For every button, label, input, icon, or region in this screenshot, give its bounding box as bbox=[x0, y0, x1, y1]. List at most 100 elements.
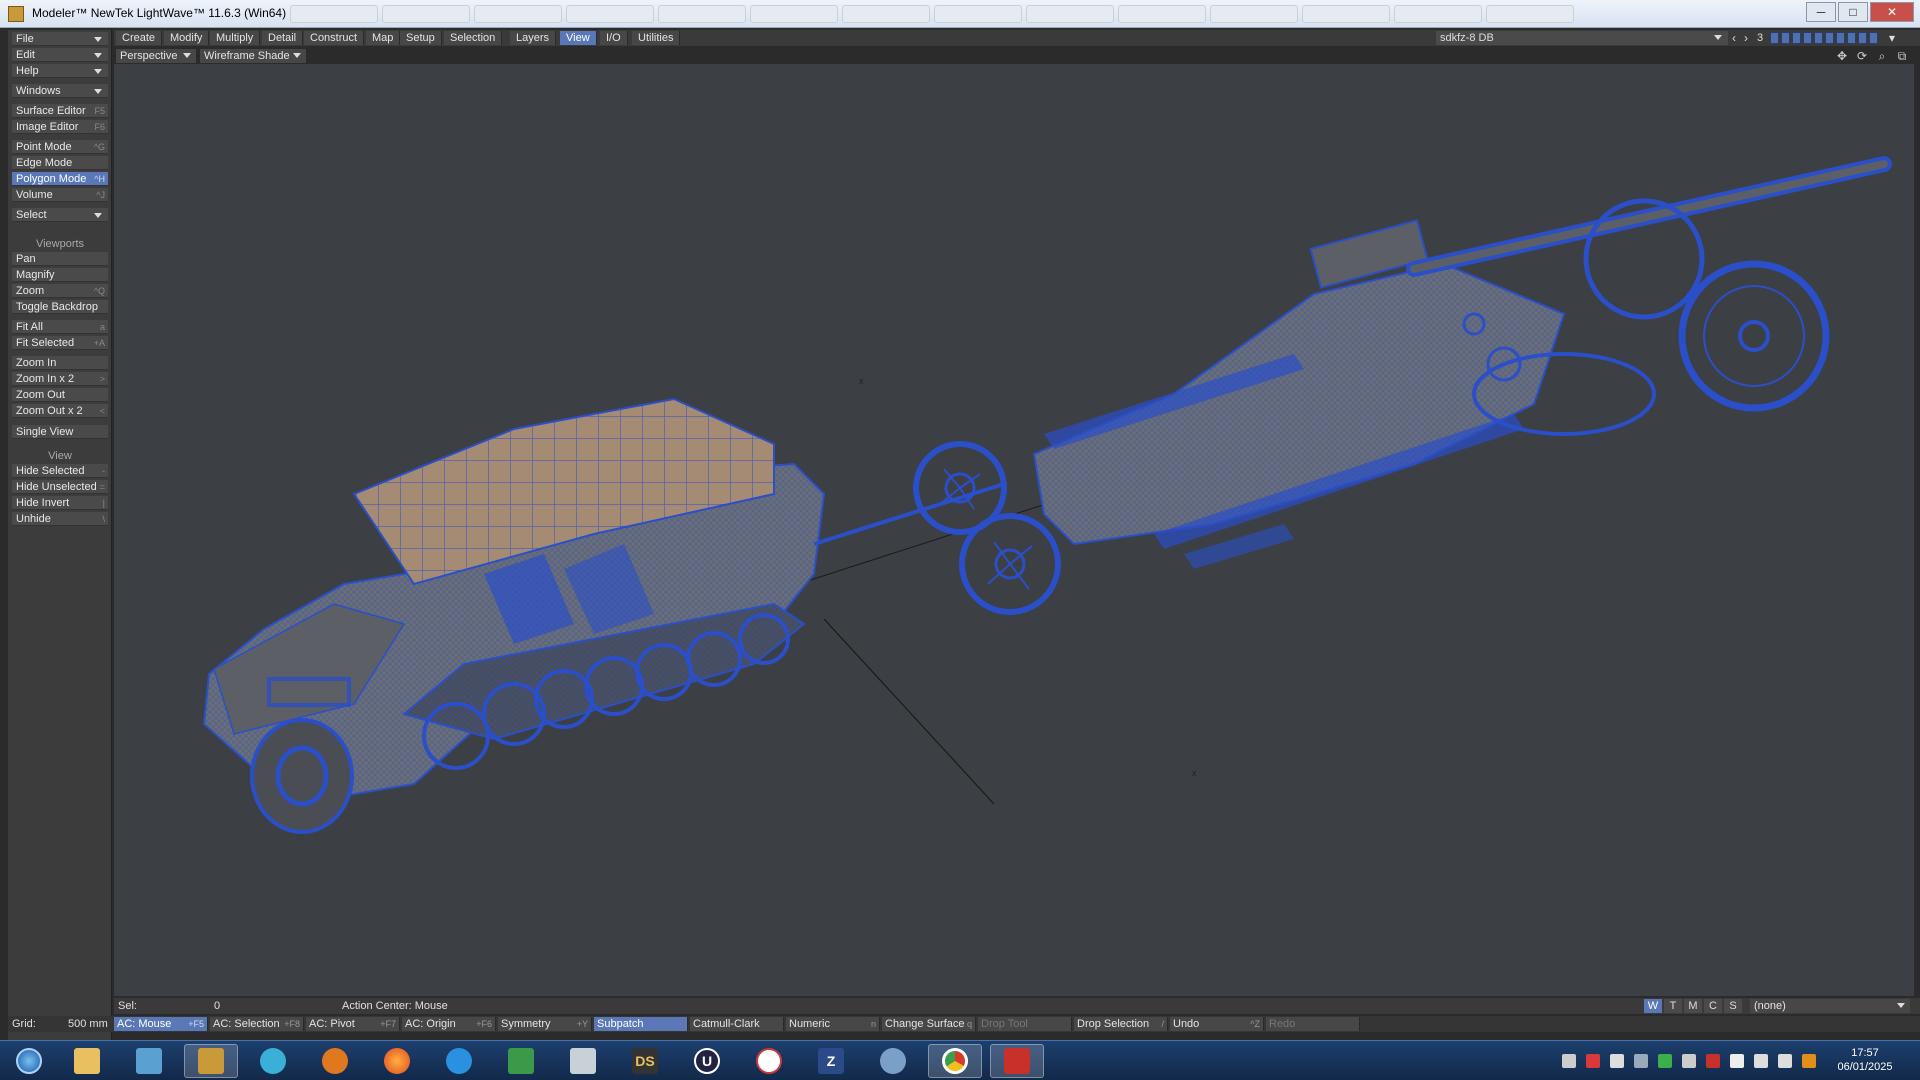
move-view-icon[interactable]: ✥ bbox=[1834, 49, 1850, 63]
windows-menu[interactable]: Windows bbox=[12, 84, 108, 98]
taskbar-item[interactable] bbox=[246, 1044, 300, 1078]
start-button[interactable] bbox=[2, 1044, 56, 1078]
taskbar-item[interactable] bbox=[308, 1044, 362, 1078]
layer-slot[interactable] bbox=[1814, 32, 1823, 44]
tab-layers[interactable]: Layers bbox=[510, 31, 557, 45]
tab-view[interactable]: View bbox=[560, 31, 597, 45]
tray-icon[interactable] bbox=[1634, 1054, 1648, 1068]
background-tab[interactable] bbox=[474, 5, 562, 23]
taskbar-item[interactable] bbox=[122, 1044, 176, 1078]
background-tab[interactable] bbox=[1302, 5, 1390, 23]
close-button[interactable]: ✕ bbox=[1870, 2, 1914, 22]
tab-utilities[interactable]: Utilities bbox=[632, 31, 681, 45]
chevron-right-icon[interactable]: › bbox=[1740, 31, 1752, 45]
tray-icon[interactable] bbox=[1706, 1054, 1720, 1068]
background-tab[interactable] bbox=[1394, 5, 1482, 23]
tray-icon[interactable] bbox=[1586, 1054, 1600, 1068]
point-mode-button[interactable]: Point Mode ^G bbox=[12, 140, 108, 154]
layer-slot[interactable] bbox=[1825, 32, 1834, 44]
object-selector[interactable]: sdkfz-8 DB bbox=[1436, 31, 1728, 45]
minimize-button[interactable]: ─ bbox=[1806, 2, 1836, 22]
symmetry-button[interactable]: Symmetry +Y bbox=[498, 1017, 592, 1031]
tab-map[interactable]: Map bbox=[366, 31, 401, 45]
volume-button[interactable]: Volume ^J bbox=[12, 188, 108, 202]
taskbar-item[interactable] bbox=[60, 1044, 114, 1078]
taskbar-item[interactable] bbox=[184, 1044, 238, 1078]
background-tab[interactable] bbox=[566, 5, 654, 23]
chevron-down-icon[interactable]: ▾ bbox=[1886, 31, 1898, 45]
undo-button[interactable]: Undo ^Z bbox=[1170, 1017, 1264, 1031]
layer-slot[interactable] bbox=[1858, 32, 1867, 44]
network-icon[interactable] bbox=[1754, 1054, 1768, 1068]
edge-mode-button[interactable]: Edge Mode bbox=[12, 156, 108, 170]
tab-modify[interactable]: Modify bbox=[164, 31, 210, 45]
background-tab[interactable] bbox=[290, 5, 378, 23]
background-tab[interactable] bbox=[1026, 5, 1114, 23]
view-button-t[interactable]: T bbox=[1664, 999, 1682, 1013]
unhide-button[interactable]: Unhide \ bbox=[12, 512, 108, 526]
tray-icon[interactable] bbox=[1658, 1054, 1672, 1068]
flag-icon[interactable] bbox=[1730, 1054, 1744, 1068]
zoom-out-x2-button[interactable]: Zoom Out x 2 < bbox=[12, 404, 108, 418]
tab-setup[interactable]: Setup bbox=[400, 31, 442, 45]
background-tab[interactable] bbox=[750, 5, 838, 23]
view-button-c[interactable]: C bbox=[1704, 999, 1722, 1013]
toggle-backdrop-button[interactable]: Toggle Backdrop bbox=[12, 300, 108, 314]
taskbar-item[interactable]: Z bbox=[804, 1044, 858, 1078]
view-button-w[interactable]: W bbox=[1644, 999, 1662, 1013]
subpatch-type-dropdown[interactable]: Catmull-Clark bbox=[690, 1017, 784, 1031]
tray-icon[interactable] bbox=[1610, 1054, 1624, 1068]
background-tab[interactable] bbox=[658, 5, 746, 23]
tray-icon[interactable] bbox=[1682, 1054, 1696, 1068]
layer-slot[interactable] bbox=[1847, 32, 1856, 44]
drop-selection-button[interactable]: Drop Selection / bbox=[1074, 1017, 1168, 1031]
help-menu[interactable]: Help bbox=[12, 64, 108, 78]
taskbar-item[interactable]: DS bbox=[618, 1044, 672, 1078]
taskbar-item[interactable] bbox=[742, 1044, 796, 1078]
ac-origin-button[interactable]: AC: Origin +F6 bbox=[402, 1017, 496, 1031]
maximize-button[interactable]: □ bbox=[1838, 2, 1868, 22]
subpatch-button[interactable]: Subpatch bbox=[594, 1017, 688, 1031]
shading-dropdown[interactable]: Wireframe Shade bbox=[200, 49, 306, 63]
surface-dropdown[interactable]: (none) bbox=[1750, 999, 1910, 1013]
taskbar-item[interactable]: U bbox=[680, 1044, 734, 1078]
tray-icon[interactable] bbox=[1562, 1054, 1576, 1068]
tab-io[interactable]: I/O bbox=[600, 31, 628, 45]
viewport-perspective[interactable]: x x bbox=[114, 64, 1914, 996]
magnify-button[interactable]: Magnify bbox=[12, 268, 108, 282]
redo-button[interactable]: Redo bbox=[1266, 1017, 1360, 1031]
zoom-in-x2-button[interactable]: Zoom In x 2 > bbox=[12, 372, 108, 386]
file-menu[interactable]: File bbox=[12, 32, 108, 46]
ac-pivot-button[interactable]: AC: Pivot +F7 bbox=[306, 1017, 400, 1031]
image-editor-button[interactable]: Image Editor F6 bbox=[12, 120, 108, 134]
edit-menu[interactable]: Edit bbox=[12, 48, 108, 62]
volume-icon[interactable] bbox=[1778, 1054, 1792, 1068]
surface-editor-button[interactable]: Surface Editor F5 bbox=[12, 104, 108, 118]
zoom-view-icon[interactable]: ⌕ bbox=[1874, 49, 1890, 63]
zoom-in-button[interactable]: Zoom In bbox=[12, 356, 108, 370]
view-button-s[interactable]: S bbox=[1724, 999, 1742, 1013]
layer-slot[interactable] bbox=[1770, 32, 1779, 44]
hide-invert-button[interactable]: Hide Invert | bbox=[12, 496, 108, 510]
tab-construct[interactable]: Construct bbox=[304, 31, 365, 45]
pan-button[interactable]: Pan bbox=[12, 252, 108, 266]
tab-create[interactable]: Create bbox=[116, 31, 163, 45]
rotate-view-icon[interactable]: ⟳ bbox=[1854, 49, 1870, 63]
chevron-left-icon[interactable]: ‹ bbox=[1728, 31, 1740, 45]
taskbar-item[interactable] bbox=[494, 1044, 548, 1078]
layer-slot[interactable] bbox=[1869, 32, 1878, 44]
zoom-out-button[interactable]: Zoom Out bbox=[12, 388, 108, 402]
system-clock[interactable]: 17:57 06/01/2025 bbox=[1820, 1046, 1910, 1074]
background-tab[interactable] bbox=[1210, 5, 1298, 23]
hide-unselected-button[interactable]: Hide Unselected = bbox=[12, 480, 108, 494]
tab-multiply[interactable]: Multiply bbox=[210, 31, 261, 45]
tab-selection[interactable]: Selection bbox=[444, 31, 503, 45]
numeric-button[interactable]: Numeric n bbox=[786, 1017, 880, 1031]
background-tab[interactable] bbox=[934, 5, 1022, 23]
taskbar-item[interactable] bbox=[556, 1044, 610, 1078]
tab-detail[interactable]: Detail bbox=[262, 31, 304, 45]
hide-selected-button[interactable]: Hide Selected - bbox=[12, 464, 108, 478]
layer-slot[interactable] bbox=[1792, 32, 1801, 44]
tray-icon[interactable] bbox=[1802, 1054, 1816, 1068]
taskbar-item[interactable] bbox=[928, 1044, 982, 1078]
